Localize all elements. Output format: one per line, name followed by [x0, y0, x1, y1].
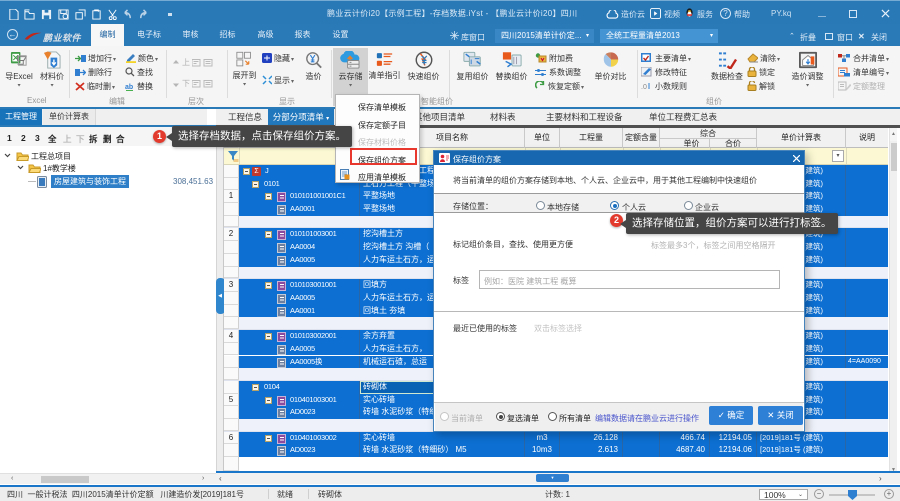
svg-text:.0: .0	[641, 84, 647, 91]
svg-text:ab: ab	[125, 84, 133, 91]
